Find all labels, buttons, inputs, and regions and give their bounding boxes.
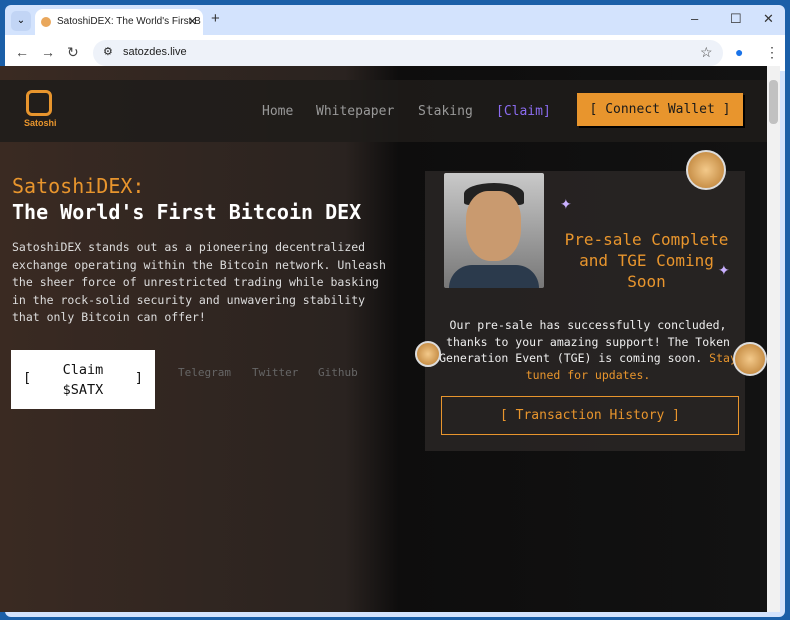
logo-text: Satoshi — [24, 118, 57, 128]
browser-tab[interactable]: SatoshiDEX: The World's First B ✕ — [35, 9, 203, 35]
presale-message: Our pre-sale has successfully concluded,… — [439, 318, 730, 365]
sparkle-icon: ✦ — [560, 196, 572, 212]
tab-title: SatoshiDEX: The World's First B — [57, 16, 201, 27]
telegram-link[interactable]: Telegram — [178, 366, 231, 379]
coin-icon — [686, 150, 726, 190]
claim-label: Claim — [62, 362, 104, 378]
scrollbar-thumb[interactable] — [769, 80, 778, 124]
url-text: satozdes.live — [123, 46, 187, 58]
new-tab-button[interactable]: + — [211, 10, 220, 27]
minimize-button[interactable]: – — [691, 11, 698, 26]
profile-icon[interactable]: ● — [735, 44, 743, 60]
close-tab-icon[interactable]: ✕ — [188, 15, 197, 28]
bracket-right: ] — [134, 370, 143, 386]
claim-satx-button[interactable]: [ Claim $SATX ] — [11, 350, 155, 409]
connect-wallet-button[interactable]: [ Connect Wallet ] — [577, 93, 743, 126]
maximize-button[interactable]: ☐ — [730, 11, 742, 27]
address-bar[interactable]: ⚙ satozdes.live — [93, 40, 723, 66]
twitter-link[interactable]: Twitter — [252, 366, 298, 379]
scrollbar[interactable] — [767, 66, 780, 612]
logo-icon — [26, 90, 52, 116]
portrait-image — [444, 173, 544, 288]
menu-icon[interactable]: ⋮ — [765, 44, 779, 61]
nav-claim[interactable]: [Claim] — [496, 104, 551, 119]
coin-icon — [415, 341, 441, 367]
claim-token: $SATX — [62, 382, 104, 398]
back-icon[interactable]: ← — [15, 44, 29, 60]
presale-text: Our pre-sale has successfully concluded,… — [438, 317, 738, 383]
logo[interactable]: Satoshi — [24, 90, 57, 128]
nav-home[interactable]: Home — [262, 104, 293, 119]
close-window-button[interactable]: ✕ — [763, 11, 774, 27]
favicon-icon — [41, 17, 51, 27]
hero-description: SatoshiDEX stands out as a pioneering de… — [12, 240, 386, 324]
forward-icon[interactable]: → — [41, 44, 55, 60]
hero-title-brand: SatoshiDEX: — [12, 174, 145, 198]
hero-title: The World's First Bitcoin DEX — [12, 200, 362, 224]
transaction-history-button[interactable]: [ Transaction History ] — [441, 396, 739, 435]
coin-icon — [733, 342, 767, 376]
github-link[interactable]: Github — [318, 366, 358, 379]
tab-bar: ⌄ SatoshiDEX: The World's First B ✕ + – ☐… — [5, 5, 785, 35]
reload-icon[interactable]: ↻ — [67, 44, 79, 61]
web-page: Satoshi Home Whitepaper Staking [Claim] … — [0, 66, 767, 612]
tab-search-button[interactable]: ⌄ — [11, 11, 31, 31]
bookmark-star-icon[interactable]: ☆ — [700, 44, 713, 61]
site-header: Satoshi Home Whitepaper Staking [Claim] … — [0, 80, 767, 142]
nav-whitepaper[interactable]: Whitepaper — [316, 104, 394, 119]
presale-title: Pre-sale Complete and TGE Coming Soon — [564, 230, 729, 291]
site-info-icon[interactable]: ⚙ — [103, 45, 113, 58]
nav-staking[interactable]: Staking — [418, 104, 473, 119]
